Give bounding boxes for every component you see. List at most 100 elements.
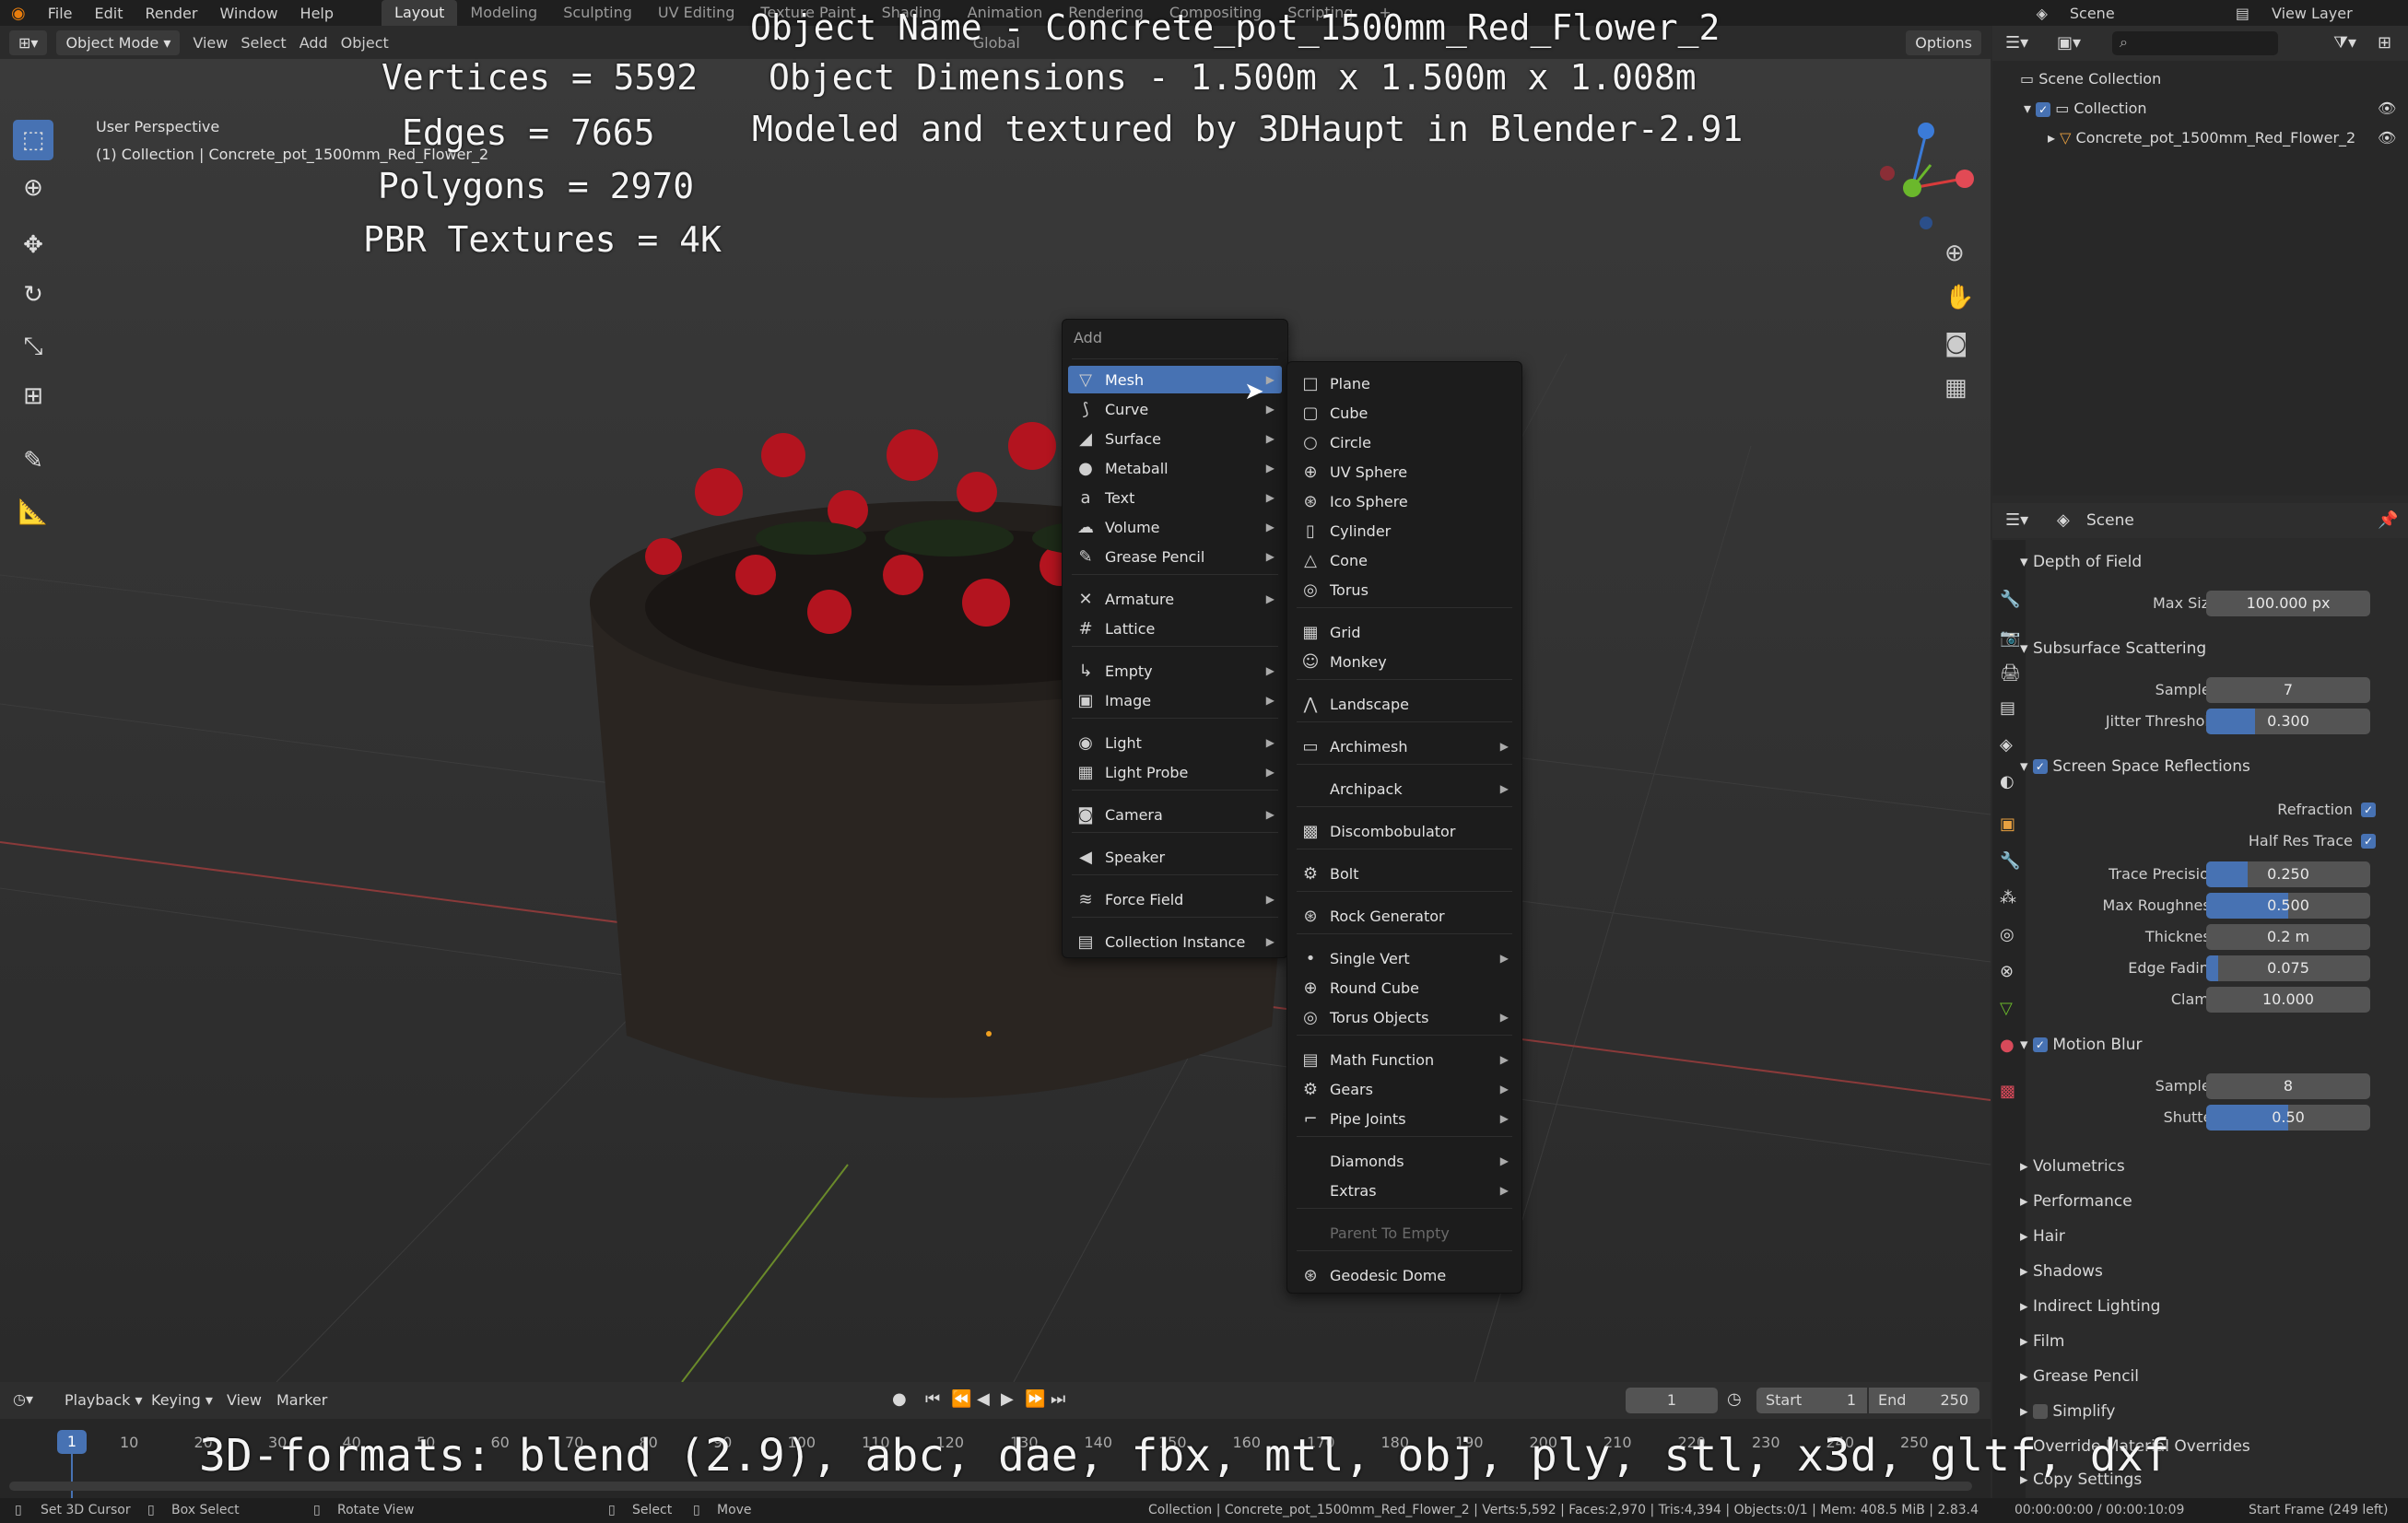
- mesh-menu-item-archimesh[interactable]: ▭ Archimesh ▶: [1293, 732, 1516, 760]
- filter-icon[interactable]: ⧩▾: [2333, 33, 2356, 53]
- view-layer-selector[interactable]: View Layer: [2261, 5, 2408, 22]
- ssr-checkbox[interactable]: ✓: [2032, 759, 2048, 774]
- motion-blur-checkbox[interactable]: ✓: [2032, 1037, 2048, 1052]
- mesh-menu-item-plane[interactable]: □ Plane: [1293, 369, 1516, 397]
- mesh-menu-item-round-cube[interactable]: ⊕ Round Cube: [1293, 974, 1516, 1002]
- tab-scene-icon[interactable]: ◈: [2000, 735, 2013, 755]
- add-menu-item-volume[interactable]: ☁ Volume ▶: [1068, 513, 1282, 541]
- mesh-menu-item-cube[interactable]: ▢ Cube: [1293, 399, 1516, 427]
- add-menu-item-lattice[interactable]: # Lattice: [1068, 615, 1282, 642]
- tab-layout[interactable]: Layout: [382, 0, 458, 26]
- blender-logo-icon[interactable]: ◉: [0, 4, 37, 23]
- refraction-checkbox[interactable]: ✓: [2361, 803, 2376, 817]
- display-mode-icon[interactable]: ▣▾: [2057, 33, 2081, 53]
- shutter-slider[interactable]: 0.50: [2206, 1105, 2370, 1131]
- outliner-editor-icon[interactable]: ☰▾: [2005, 33, 2028, 53]
- perspective-toggle-icon[interactable]: ▦: [1944, 374, 1968, 402]
- section-simplify[interactable]: ▸ Simplify: [2020, 1402, 2115, 1421]
- mb-samples-field[interactable]: 8: [2206, 1073, 2370, 1099]
- mesh-menu-item-rock-generator[interactable]: ⊛ Rock Generator: [1293, 902, 1516, 930]
- add-menu-item-force-field[interactable]: ≋ Force Field ▶: [1068, 885, 1282, 913]
- tab-uv-editing[interactable]: UV Editing: [645, 0, 747, 26]
- sss-samples-field[interactable]: 7: [2206, 677, 2370, 703]
- playhead[interactable]: 1: [57, 1430, 87, 1454]
- menu-render[interactable]: Render: [134, 5, 208, 22]
- start-frame-field[interactable]: Start 1: [1756, 1388, 1867, 1413]
- pin-icon[interactable]: 📌: [2378, 510, 2398, 530]
- end-frame-field[interactable]: End 250: [1869, 1388, 1979, 1413]
- scale-tool-icon[interactable]: ⤡: [13, 326, 53, 367]
- edge-fading-slider[interactable]: 0.075: [2206, 955, 2370, 981]
- cursor-tool-icon[interactable]: ⊕: [13, 168, 53, 208]
- tab-world-icon[interactable]: ◐: [2000, 772, 2014, 791]
- visibility-eye-icon[interactable]: 👁: [2378, 129, 2396, 146]
- mesh-menu-item-uv-sphere[interactable]: ⊕ UV Sphere: [1293, 458, 1516, 486]
- menu-window[interactable]: Window: [208, 5, 288, 22]
- scene-selector[interactable]: Scene: [2059, 5, 2225, 22]
- outliner-collection[interactable]: ▾ ✓ ▭ Collection: [2024, 100, 2147, 117]
- tab-sculpting[interactable]: Sculpting: [550, 0, 645, 26]
- simplify-checkbox[interactable]: [2032, 1404, 2048, 1419]
- mesh-menu-item-bolt[interactable]: ⚙ Bolt: [1293, 860, 1516, 887]
- annotate-tool-icon[interactable]: ✎: [13, 440, 53, 481]
- thickness-field[interactable]: 0.2 m: [2206, 924, 2370, 950]
- section-subsurface-scattering[interactable]: ▾ Subsurface Scattering: [2020, 639, 2206, 658]
- play-reverse-icon[interactable]: ◀: [977, 1389, 990, 1409]
- mesh-menu-item-pipe-joints[interactable]: ⌐ Pipe Joints ▶: [1293, 1105, 1516, 1132]
- mesh-menu-item-landscape[interactable]: ⋀ Landscape: [1293, 690, 1516, 718]
- half-res-checkbox[interactable]: ✓: [2361, 834, 2376, 849]
- editor-type-icon[interactable]: ⊞▾: [9, 29, 48, 55]
- add-menu-item-grease-pencil[interactable]: ✎ Grease Pencil ▶: [1068, 543, 1282, 570]
- select-tool-icon[interactable]: ⬚: [13, 120, 53, 160]
- tab-modeling[interactable]: Modeling: [457, 0, 550, 26]
- mesh-menu-item-grid[interactable]: ▦ Grid: [1293, 618, 1516, 646]
- jump-keyframe-forward-icon[interactable]: ⏩: [1025, 1389, 1045, 1409]
- mesh-menu-item-single-vert[interactable]: • Single Vert ▶: [1293, 944, 1516, 972]
- add-menu-item-text[interactable]: a Text ▶: [1068, 484, 1282, 511]
- record-icon[interactable]: ●: [892, 1389, 907, 1409]
- add-menu-item-metaball[interactable]: ● Metaball ▶: [1068, 454, 1282, 482]
- outliner-search-input[interactable]: ⌕: [2112, 31, 2278, 55]
- mesh-menu-item-diamonds[interactable]: Diamonds ▶: [1293, 1147, 1516, 1175]
- transform-tool-icon[interactable]: ⊞: [13, 376, 53, 416]
- menu-view[interactable]: View: [193, 34, 228, 52]
- max-roughness-slider[interactable]: 0.500: [2206, 893, 2370, 919]
- trace-precision-slider[interactable]: 0.250: [2206, 861, 2370, 887]
- section-screen-space-reflections[interactable]: ▾ ✓ Screen Space Reflections: [2020, 757, 2250, 776]
- section-indirect-lighting[interactable]: ▸ Indirect Lighting: [2020, 1297, 2160, 1316]
- mesh-menu-item-extras[interactable]: Extras ▶: [1293, 1177, 1516, 1204]
- visibility-eye-icon[interactable]: 👁: [2378, 100, 2396, 117]
- rotate-tool-icon[interactable]: ↻: [13, 275, 53, 315]
- add-menu-item-camera[interactable]: ◙ Camera ▶: [1068, 801, 1282, 828]
- menu-keying[interactable]: Keying ▾: [151, 1391, 213, 1409]
- menu-select[interactable]: Select: [241, 34, 286, 52]
- add-menu-item-armature[interactable]: ✕ Armature ▶: [1068, 585, 1282, 613]
- clamp-field[interactable]: 10.000: [2206, 987, 2370, 1013]
- add-menu-item-collection-instance[interactable]: ▤ Collection Instance ▶: [1068, 928, 1282, 955]
- section-motion-blur[interactable]: ▾ ✓ Motion Blur: [2020, 1036, 2143, 1054]
- outliner-scene-collection[interactable]: ▭ Scene Collection: [2020, 70, 2161, 88]
- menu-playback[interactable]: Playback ▾: [65, 1391, 143, 1409]
- properties-editor-icon[interactable]: ☰▾: [2005, 510, 2028, 530]
- tab-material-icon[interactable]: ●: [2000, 1036, 2014, 1055]
- add-menu-item-empty[interactable]: ↳ Empty ▶: [1068, 657, 1282, 685]
- menu-timeline-view[interactable]: View: [227, 1391, 262, 1409]
- mesh-menu-item-torus-objects[interactable]: ◎ Torus Objects ▶: [1293, 1003, 1516, 1031]
- tab-render-icon[interactable]: 📷: [2000, 628, 2020, 648]
- section-film[interactable]: ▸ Film: [2020, 1332, 2065, 1351]
- mesh-menu-item-gears[interactable]: ⚙ Gears ▶: [1293, 1075, 1516, 1103]
- 3d-viewport[interactable]: ⬚ ⊕ ✥ ↻ ⤡ ⊞ ✎ 📐 ⊕ ✋ ◙ ▦ User Perspective…: [0, 59, 1991, 1382]
- mesh-menu-item-archipack[interactable]: Archipack ▶: [1293, 775, 1516, 803]
- mesh-menu-item-monkey[interactable]: ☺ Monkey: [1293, 648, 1516, 675]
- mesh-menu-item-cylinder[interactable]: ▯ Cylinder: [1293, 517, 1516, 545]
- menu-help[interactable]: Help: [289, 5, 345, 22]
- section-performance[interactable]: ▸ Performance: [2020, 1192, 2132, 1211]
- mesh-menu-item-geodesic-dome[interactable]: ⊛ Geodesic Dome: [1293, 1261, 1516, 1289]
- move-tool-icon[interactable]: ✥: [13, 225, 53, 265]
- zoom-icon[interactable]: ⊕: [1944, 240, 1965, 267]
- outliner-object-row[interactable]: ▸ ▽ Concrete_pot_1500mm_Red_Flower_2: [2048, 129, 2355, 146]
- section-depth-of-field[interactable]: ▾ Depth of Field: [2020, 553, 2142, 571]
- pan-hand-icon[interactable]: ✋: [1944, 284, 1974, 311]
- mesh-menu-item-ico-sphere[interactable]: ⊛ Ico Sphere: [1293, 487, 1516, 515]
- timeline-editor-icon[interactable]: ◷▾: [13, 1390, 33, 1408]
